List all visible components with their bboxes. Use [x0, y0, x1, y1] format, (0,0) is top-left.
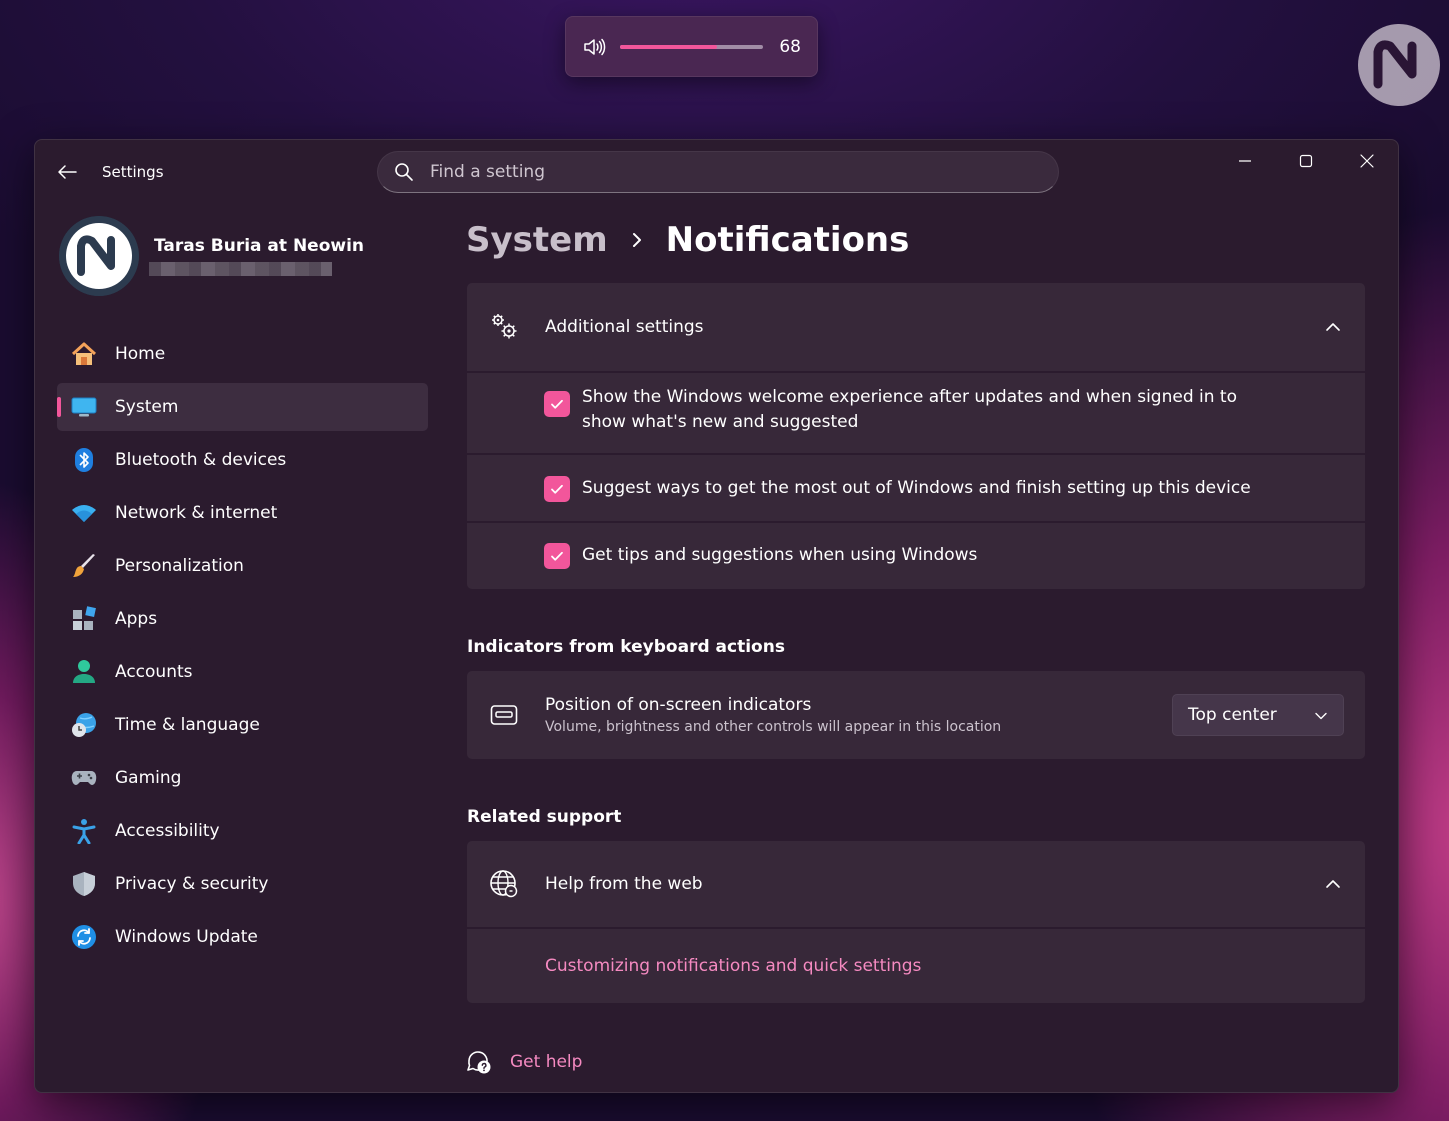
- minimize-button[interactable]: [1222, 146, 1268, 176]
- back-button[interactable]: [53, 158, 81, 186]
- checkmark-icon: [551, 399, 563, 409]
- breadcrumb: System Notifications: [466, 216, 909, 264]
- shield-icon: [71, 871, 97, 897]
- help-from-web-header[interactable]: Help from the web: [467, 841, 1365, 929]
- sidebar-item-apps[interactable]: Apps: [57, 595, 428, 643]
- globe-clock-icon: [71, 712, 97, 738]
- chevron-up-icon[interactable]: [1323, 874, 1343, 894]
- brush-icon: [71, 553, 97, 579]
- indicator-position-icon: [489, 700, 519, 730]
- additional-settings-header[interactable]: Additional settings: [467, 283, 1365, 373]
- title-bar: Settings: [35, 140, 1398, 204]
- sidebar-item-network[interactable]: Network & internet: [57, 489, 428, 537]
- sidebar-item-bluetooth[interactable]: Bluetooth & devices: [57, 436, 428, 484]
- minimize-icon: [1239, 160, 1251, 162]
- customizing-notifications-link[interactable]: Customizing notifications and quick sett…: [545, 956, 921, 976]
- user-profile[interactable]: Taras Buria at Neowin: [59, 216, 419, 296]
- page-title: Notifications: [665, 220, 910, 260]
- wifi-icon: [71, 500, 97, 526]
- volume-slider-fill: [620, 44, 718, 49]
- sidebar-item-privacy-security[interactable]: Privacy & security: [57, 860, 428, 908]
- checkmark-icon: [551, 551, 563, 561]
- help-from-web-expander: Help from the web Customizing notificati…: [467, 841, 1365, 1003]
- neowin-logo: [1356, 22, 1442, 108]
- checkbox-row-welcome-experience[interactable]: Show the Windows welcome experience afte…: [467, 373, 1365, 455]
- checkbox-suggest-ways[interactable]: [544, 476, 570, 502]
- speaker-icon[interactable]: [582, 37, 606, 57]
- on-screen-indicators-card: Position of on-screen indicators Volume,…: [467, 671, 1365, 759]
- sidebar-item-gaming[interactable]: Gaming: [57, 754, 428, 802]
- sidebar-item-accounts[interactable]: Accounts: [57, 648, 428, 696]
- maximize-button[interactable]: [1283, 146, 1329, 176]
- monitor-icon: [71, 394, 97, 420]
- indicator-position-dropdown[interactable]: Top center: [1172, 694, 1344, 736]
- sidebar-item-system[interactable]: System: [57, 383, 428, 431]
- update-icon: [71, 924, 97, 950]
- bluetooth-icon: [71, 447, 97, 473]
- sidebar-item-home[interactable]: Home: [57, 330, 428, 378]
- chevron-right-icon: [630, 231, 644, 249]
- checkbox-welcome-experience[interactable]: [544, 391, 570, 417]
- breadcrumb-system[interactable]: System: [466, 220, 608, 260]
- volume-value: 68: [779, 36, 801, 57]
- volume-flyout[interactable]: 68: [565, 16, 818, 77]
- search-icon: [395, 163, 413, 181]
- section-title-related-support: Related support: [467, 807, 622, 827]
- gears-icon: [489, 312, 519, 342]
- profile-email-redacted: [149, 262, 332, 276]
- app-title: Settings: [102, 163, 164, 181]
- search-input[interactable]: [430, 162, 990, 182]
- sidebar-item-time-language[interactable]: Time & language: [57, 701, 428, 749]
- checkbox-row-suggest-ways[interactable]: Suggest ways to get the most out of Wind…: [467, 455, 1365, 523]
- globe-icon: [489, 869, 519, 899]
- checkmark-icon: [551, 484, 563, 494]
- search-box[interactable]: [377, 151, 1059, 193]
- gamepad-icon: [71, 765, 97, 791]
- volume-slider[interactable]: [620, 44, 764, 49]
- help-link-row: Customizing notifications and quick sett…: [467, 929, 1365, 1003]
- indicator-position-title: Position of on-screen indicators: [545, 695, 812, 715]
- arrow-left-icon: [58, 165, 77, 179]
- chevron-down-icon: [1313, 708, 1329, 724]
- maximize-icon: [1299, 154, 1313, 168]
- indicator-position-description: Volume, brightness and other controls wi…: [545, 719, 1002, 735]
- profile-name: Taras Buria at Neowin: [154, 236, 365, 256]
- help-chat-icon: [466, 1049, 492, 1075]
- sidebar-item-accessibility[interactable]: Accessibility: [57, 807, 428, 855]
- section-title-indicators: Indicators from keyboard actions: [467, 637, 785, 657]
- home-icon: [71, 341, 97, 367]
- person-icon: [71, 659, 97, 685]
- close-button[interactable]: [1344, 146, 1390, 176]
- checkbox-row-tips[interactable]: Get tips and suggestions when using Wind…: [467, 523, 1365, 589]
- sidebar-nav: Home System Bluetooth & devices Network …: [57, 330, 428, 966]
- apps-icon: [71, 606, 97, 632]
- additional-settings-expander: Additional settings Show the Windows wel…: [467, 283, 1365, 589]
- get-help-link[interactable]: Get help: [466, 1049, 582, 1075]
- settings-window: Settings Taras Buria at Neowin: [34, 139, 1399, 1093]
- checkbox-tips[interactable]: [544, 543, 570, 569]
- chevron-up-icon[interactable]: [1323, 317, 1343, 337]
- close-icon: [1360, 154, 1374, 168]
- accessibility-icon: [71, 818, 97, 844]
- sidebar-item-windows-update[interactable]: Windows Update: [57, 913, 428, 961]
- on-screen-indicators-row: Position of on-screen indicators Volume,…: [467, 671, 1365, 759]
- avatar[interactable]: [59, 216, 139, 296]
- sidebar-item-personalization[interactable]: Personalization: [57, 542, 428, 590]
